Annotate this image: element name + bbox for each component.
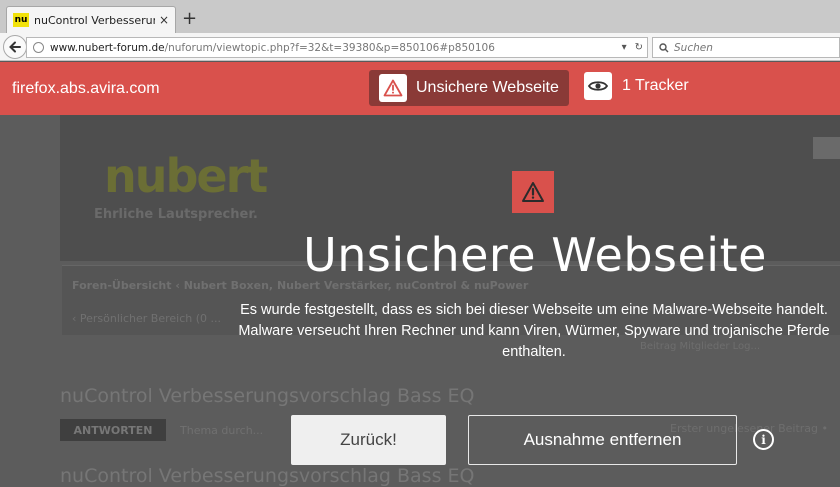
tagline: Ehrliche Lautsprecher. xyxy=(94,207,258,222)
warning-message: Es wurde festgestellt, dass es sich bei … xyxy=(238,302,830,360)
topic-title: nuControl Verbesserungsvorschlag Bass EQ xyxy=(60,385,475,407)
nubert-favicon-icon: nu xyxy=(13,13,29,27)
tracker-indicator[interactable]: 1 Tracker xyxy=(584,72,689,100)
url-text: www.nubert-forum.de/nuforum/viewtopic.ph… xyxy=(50,41,495,54)
breadcrumb-line: ‹ Persönlicher Bereich (0 ... xyxy=(72,312,221,325)
unsafe-site-label: Unsichere Webseite xyxy=(416,79,559,96)
post-title: nuControl Verbesserungsvorschlag Bass EQ xyxy=(60,465,475,487)
search-placeholder: Suchen xyxy=(674,41,713,54)
forum-search-box xyxy=(813,137,840,159)
dropdown-icon[interactable]: ▾ xyxy=(622,42,627,53)
globe-icon xyxy=(33,42,44,53)
page-title: Unsichere Webseite xyxy=(303,228,767,282)
tracker-count: 1 Tracker xyxy=(622,77,689,94)
eye-icon xyxy=(584,72,612,100)
arrow-left-icon xyxy=(9,41,21,53)
browser-tab[interactable]: nu nuControl Verbesserungsv... × xyxy=(6,6,176,33)
nubert-logo: nubert xyxy=(104,149,268,203)
search-bar[interactable]: Suchen xyxy=(652,37,840,58)
tab-title: nuControl Verbesserungsv... xyxy=(34,13,155,27)
info-icon[interactable]: i xyxy=(753,429,774,450)
reload-icon[interactable]: ↻ xyxy=(635,42,643,53)
close-icon[interactable]: × xyxy=(159,13,169,27)
warning-icon xyxy=(512,171,554,213)
url-bar[interactable]: www.nubert-forum.de/nuforum/viewtopic.ph… xyxy=(26,37,648,58)
search-icon xyxy=(659,42,669,52)
back-button[interactable]: Zurück! xyxy=(291,415,446,465)
topic-search: Thema durch... xyxy=(180,424,264,437)
remove-exception-button[interactable]: Ausnahme entfernen xyxy=(468,415,737,465)
unsafe-site-indicator[interactable]: Unsichere Webseite xyxy=(369,70,569,106)
site-name: firefox.abs.avira.com xyxy=(12,80,160,97)
avira-status-bar: firefox.abs.avira.com Unsichere Webseite… xyxy=(0,62,840,115)
back-button[interactable] xyxy=(3,35,27,59)
tab-strip: nu nuControl Verbesserungsv... × + xyxy=(0,0,840,33)
warning-icon xyxy=(379,74,407,102)
navigation-bar: www.nubert-forum.de/nuforum/viewtopic.ph… xyxy=(0,33,840,61)
reply-button: ANTWORTEN xyxy=(60,419,166,441)
new-tab-button[interactable]: + xyxy=(182,9,197,29)
